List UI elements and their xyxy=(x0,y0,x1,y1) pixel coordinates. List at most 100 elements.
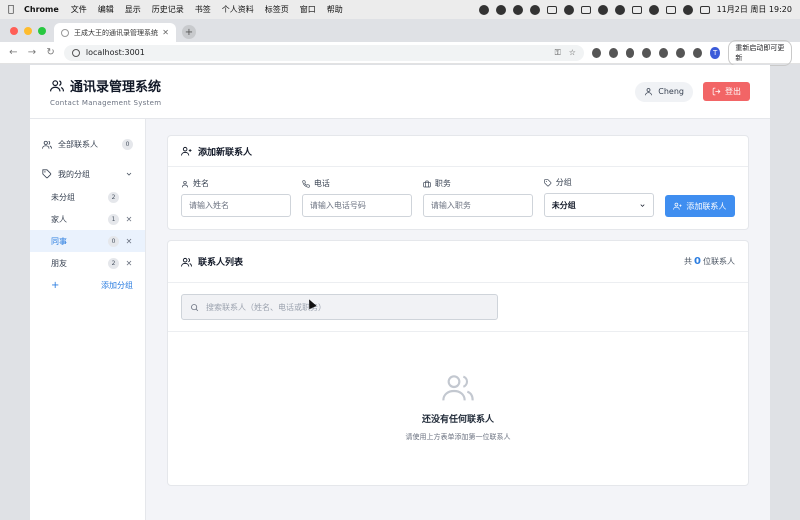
address-bar[interactable]: localhost:3001 ⚿ ☆ xyxy=(63,44,584,61)
status-qq-icon[interactable] xyxy=(563,4,574,15)
chevron-down-icon[interactable] xyxy=(125,170,133,178)
user-chip[interactable]: Cheng xyxy=(635,81,693,102)
battery-icon[interactable] xyxy=(631,5,642,14)
menubar-item-history[interactable]: 历史记录 xyxy=(152,4,184,15)
menubar-item-window[interactable]: 窗口 xyxy=(300,4,316,15)
menubar-item-tab[interactable]: 标签页 xyxy=(265,4,289,15)
search-icon xyxy=(191,303,199,311)
group-label: 朋友 xyxy=(51,258,67,268)
sidebar-group-ungrouped[interactable]: 未分组 2 xyxy=(30,186,145,208)
spotlight-search-icon[interactable] xyxy=(682,4,693,15)
group-field-group: 分组 未分组 xyxy=(543,177,654,217)
position-input[interactable]: 请输入职务 xyxy=(422,194,533,217)
download-icon[interactable] xyxy=(676,47,685,58)
group-label: 未分组 xyxy=(51,192,75,202)
status-app-icon[interactable] xyxy=(512,4,523,15)
add-group-label: 添加分组 xyxy=(101,280,133,290)
remove-group-icon[interactable]: ✕ xyxy=(125,215,133,224)
extension-icon[interactable] xyxy=(591,47,601,58)
user-plus-icon xyxy=(181,146,192,156)
contact-list-card: 联系人列表 共 0 位联系人 搜索联系人（姓名、电话或职务） 还没有任何联系人 … xyxy=(167,240,749,486)
back-arrow-icon[interactable]: ← xyxy=(8,47,19,58)
logout-button[interactable]: 登出 xyxy=(703,82,750,101)
status-play-icon[interactable] xyxy=(597,4,608,15)
extension-icon[interactable] xyxy=(625,47,635,58)
tag-icon xyxy=(544,178,552,186)
sidebar-group-friends[interactable]: 朋友 2 ✕ xyxy=(30,252,145,274)
add-contact-header: 添加新联系人 xyxy=(168,136,748,167)
tab-close-icon[interactable]: ✕ xyxy=(162,28,169,37)
contact-list-header: 联系人列表 共 0 位联系人 xyxy=(168,241,748,283)
wifi-icon[interactable] xyxy=(648,4,659,15)
apple-icon[interactable]:  xyxy=(8,4,14,15)
phone-input[interactable]: 请输入电话号码 xyxy=(301,194,412,217)
menubar-item-view[interactable]: 显示 xyxy=(125,4,141,15)
os-menubar:  Chrome 文件 编辑 显示 历史记录 书签 个人资料 标签页 窗口 帮助… xyxy=(0,0,800,19)
name-input[interactable]: 请输入姓名 xyxy=(181,194,291,217)
empty-state: 还没有任何联系人 请使用上方表单添加第一位联系人 xyxy=(168,332,748,442)
control-center-icon[interactable] xyxy=(699,5,710,14)
zoom-window-button[interactable] xyxy=(38,27,46,35)
remove-group-icon[interactable]: ✕ xyxy=(125,259,133,268)
sidebar-group-family[interactable]: 家人 1 ✕ xyxy=(30,208,145,230)
phone-label: 电话 xyxy=(313,179,330,188)
tab-favicon-icon xyxy=(61,28,69,37)
menubar-item-bookmarks[interactable]: 书签 xyxy=(195,4,211,15)
window-controls xyxy=(10,27,46,35)
remove-group-icon[interactable]: ✕ xyxy=(125,237,133,246)
status-info-icon[interactable] xyxy=(614,4,625,15)
status-record-icon[interactable] xyxy=(478,4,489,15)
extensions-puzzle-icon[interactable] xyxy=(659,47,669,58)
sidebar-group-colleagues[interactable]: 同事 0 ✕ xyxy=(30,230,145,252)
contacts-users-icon xyxy=(50,80,64,92)
logout-icon xyxy=(712,87,721,96)
bookmark-star-icon[interactable]: ☆ xyxy=(569,48,576,57)
reload-icon[interactable]: ↻ xyxy=(45,47,56,58)
status-app-icon[interactable] xyxy=(580,5,591,14)
browser-window: 王成大王的通讯录管理系统 ✕ + ← → ↻ localhost:3001 ⚿ … xyxy=(0,19,800,520)
extension-icon[interactable] xyxy=(642,47,652,58)
menubar-item-edit[interactable]: 编辑 xyxy=(98,4,114,15)
main-content: 添加新联系人 姓名 请输入姓名 电话 请输入电话号码 职务 请输入职务 分组 未… xyxy=(167,135,749,486)
sidebar-my-groups-toggle[interactable]: 我的分组 xyxy=(30,163,145,185)
empty-state-title: 还没有任何联系人 xyxy=(421,415,494,425)
page-subtitle: Contact Management System xyxy=(50,99,162,107)
user-name: Cheng xyxy=(658,87,684,96)
browser-tab[interactable]: 王成大王的通讯录管理系统 ✕ xyxy=(54,23,176,42)
new-tab-button[interactable]: + xyxy=(182,25,196,39)
status-app-icon[interactable] xyxy=(495,4,506,15)
close-window-button[interactable] xyxy=(10,27,18,35)
name-field-group: 姓名 请输入姓名 xyxy=(181,178,291,217)
relaunch-update-button[interactable]: 重新启动即可更新 xyxy=(728,39,792,66)
status-wechat-icon[interactable] xyxy=(529,4,540,15)
name-label: 姓名 xyxy=(193,179,209,188)
total-count: 0 xyxy=(694,256,701,267)
group-label: 家人 xyxy=(51,214,67,224)
sidebar-item-label: 全部联系人 xyxy=(58,139,98,149)
users-icon xyxy=(42,140,52,149)
page-title: 通讯录管理系统 xyxy=(70,80,162,95)
users-icon xyxy=(181,257,192,267)
profile-avatar[interactable]: T xyxy=(709,46,721,59)
menubar-item-help[interactable]: 帮助 xyxy=(327,4,343,15)
status-app-icon[interactable] xyxy=(665,5,676,14)
forward-arrow-icon[interactable]: → xyxy=(27,47,38,58)
status-app-icon[interactable] xyxy=(546,5,557,14)
add-contact-button[interactable]: 添加联系人 xyxy=(664,195,735,217)
address-bar-url[interactable]: localhost:3001 xyxy=(86,48,547,57)
tab-title: 王成大王的通讯录管理系统 xyxy=(74,28,158,37)
extension-icon[interactable] xyxy=(608,47,618,58)
reading-list-icon[interactable] xyxy=(692,47,702,58)
minimize-window-button[interactable] xyxy=(24,27,32,35)
menubar-item-profiles[interactable]: 个人资料 xyxy=(222,4,254,15)
search-input[interactable]: 搜索联系人（姓名、电话或职务） xyxy=(181,294,498,320)
menubar-app-name[interactable]: Chrome xyxy=(24,5,59,14)
site-info-icon[interactable] xyxy=(71,48,80,57)
group-select[interactable]: 未分组 xyxy=(543,193,654,217)
menubar-clock[interactable]: 11月2日 周日 19:20 xyxy=(717,4,792,15)
user-icon xyxy=(645,88,653,96)
menubar-item-file[interactable]: 文件 xyxy=(71,4,87,15)
password-key-icon[interactable]: ⚿ xyxy=(555,48,561,58)
add-group-button[interactable]: + 添加分组 xyxy=(30,274,145,296)
sidebar-item-all-contacts[interactable]: 全部联系人 0 xyxy=(30,133,145,155)
